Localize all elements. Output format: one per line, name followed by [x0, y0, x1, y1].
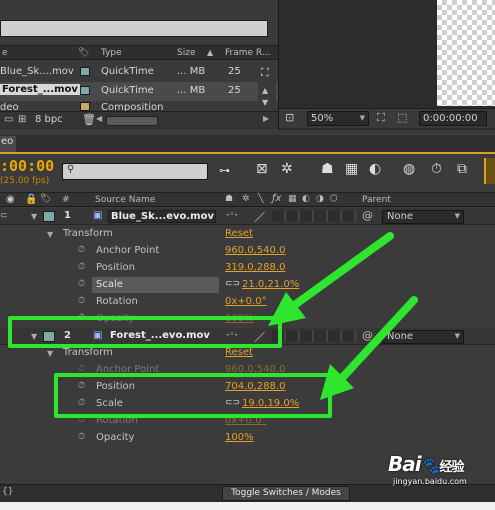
- baidu-watermark: Bai🐾经验: [388, 452, 465, 476]
- arrow-line: [292, 232, 394, 308]
- watermark-brand: Bai: [388, 452, 422, 476]
- watermark-url: jingyan.baidu.com: [393, 477, 467, 486]
- arrow-line: [338, 296, 418, 382]
- paw-icon: 🐾: [420, 456, 441, 475]
- annotation-arrows: [268, 232, 418, 400]
- watermark-brand2: 经验: [439, 460, 465, 475]
